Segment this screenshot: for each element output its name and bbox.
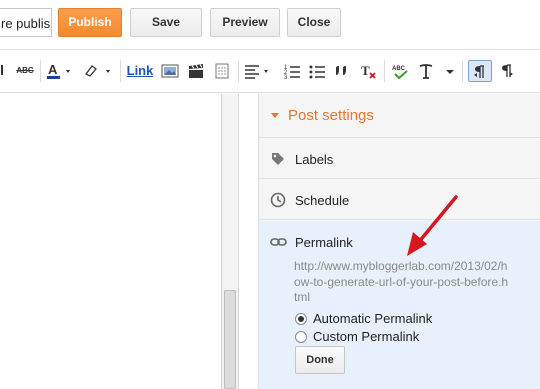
- save-button[interactable]: Save: [130, 8, 202, 37]
- video-icon[interactable]: [185, 60, 207, 82]
- toolbar-divider: [384, 60, 385, 82]
- toolbar-divider: [462, 60, 463, 82]
- custom-permalink-label: Custom Permalink: [313, 329, 420, 344]
- scrollbar-thumb[interactable]: [224, 290, 236, 389]
- spellcheck-icon[interactable]: ABC: [389, 60, 411, 82]
- publish-button[interactable]: Publish: [58, 8, 122, 37]
- toolbar-divider: [238, 60, 239, 82]
- text-color-icon[interactable]: A: [46, 60, 76, 82]
- done-button[interactable]: Done: [295, 346, 345, 374]
- toolbar-divider: [40, 60, 41, 82]
- tag-icon: [270, 151, 286, 172]
- link-button[interactable]: Link: [125, 60, 155, 82]
- jump-break-icon[interactable]: [211, 60, 233, 82]
- labels-label: Labels: [295, 152, 334, 167]
- font-size-icon[interactable]: [0, 60, 6, 82]
- post-settings-panel: Post settings Labels Schedule Permalink …: [258, 94, 540, 389]
- post-title-input[interactable]: re publis: [0, 8, 52, 37]
- svg-text:A: A: [48, 63, 58, 77]
- svg-text:3: 3: [284, 75, 288, 79]
- permalink-section: Permalink http://www.mybloggerlab.com/20…: [259, 221, 540, 389]
- post-settings-header[interactable]: Post settings: [259, 94, 540, 138]
- image-icon[interactable]: [159, 60, 181, 82]
- bullet-list-icon[interactable]: [306, 60, 328, 82]
- labels-row[interactable]: Labels: [259, 139, 540, 179]
- input-tools-icon[interactable]: [415, 60, 437, 82]
- post-settings-title: Post settings: [288, 107, 374, 124]
- preview-button[interactable]: Preview: [210, 8, 280, 37]
- clock-icon: [270, 192, 286, 213]
- numbered-list-icon[interactable]: 123: [281, 60, 303, 82]
- link-icon: [270, 235, 288, 254]
- formatting-toolbar: ABC A Link 123 T ABC: [0, 49, 540, 93]
- align-icon[interactable]: [243, 60, 275, 82]
- automatic-permalink-label: Automatic Permalink: [313, 311, 433, 326]
- radio-unselected-icon[interactable]: [295, 331, 307, 343]
- permalink-url: http://www.mybloggerlab.com/2013/02/how-…: [294, 259, 509, 304]
- schedule-row[interactable]: Schedule: [259, 180, 540, 220]
- radio-selected-icon[interactable]: [295, 313, 307, 325]
- close-button[interactable]: Close: [287, 8, 341, 37]
- highlight-icon[interactable]: [82, 60, 114, 82]
- strikethrough-icon[interactable]: ABC: [13, 60, 37, 82]
- ltr-icon[interactable]: [468, 60, 492, 82]
- schedule-label: Schedule: [295, 193, 350, 208]
- svg-text:ABC: ABC: [392, 66, 406, 72]
- toolbar-divider: [120, 60, 121, 82]
- caret-down-icon: [271, 113, 279, 118]
- svg-text:T: T: [361, 63, 370, 78]
- chevron-down-icon[interactable]: [442, 60, 458, 82]
- rtl-icon[interactable]: [496, 60, 518, 82]
- clear-format-icon[interactable]: T: [357, 60, 379, 82]
- quote-icon[interactable]: [331, 60, 353, 82]
- permalink-label: Permalink: [295, 235, 353, 250]
- post-editor[interactable]: [0, 94, 222, 389]
